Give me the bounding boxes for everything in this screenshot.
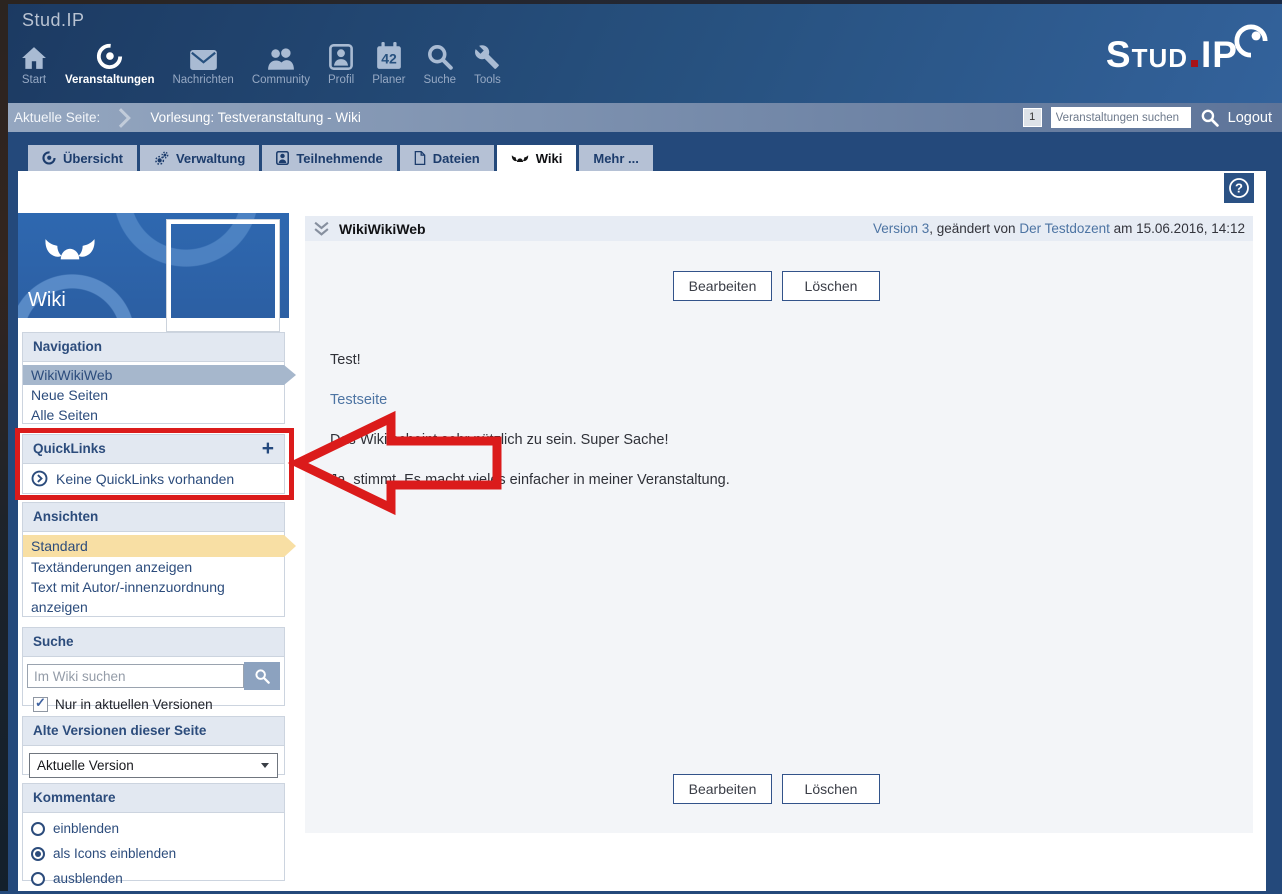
wiki-paragraph: Test! [330,352,361,368]
wiki-helmet-icon [511,153,529,163]
radio-icon [31,872,45,886]
comments-option-als-icons[interactable]: als Icons einblenden [23,841,284,866]
nav-item-suche[interactable]: Suche [414,40,465,86]
community-icon [267,40,295,70]
brand-text: Stud.IP [22,10,85,31]
nav-item-tools[interactable]: Tools [465,40,510,86]
tab-dateien[interactable]: Dateien [400,145,494,171]
tab-wiki[interactable]: Wiki [497,145,577,171]
sidebar-section-suche: Suche Nur in aktuellen Versionen [22,627,285,706]
wiki-paragraph: Ja, stimmt. Es macht vieles einfacher in… [330,472,730,488]
radio-selected-icon [31,847,45,861]
wiki-content-panel: WikiWikiWeb Version 3, geändert von Der … [305,216,1253,833]
section-title-suche: Suche [23,628,284,657]
sidebar-item-alle-seiten[interactable]: Alle Seiten [23,405,284,425]
delete-button-top[interactable]: Löschen [782,271,880,301]
nav-item-start[interactable]: Start [12,40,56,86]
tab-uebersicht[interactable]: Übersicht [28,145,137,171]
calendar-badge: 42 [381,51,397,67]
section-title-versionen: Alte Versionen dieser Seite [23,717,284,746]
wiki-helmet-icon [43,233,97,267]
logout-link[interactable]: Logout [1228,110,1272,126]
current-versions-checkbox[interactable] [33,697,48,712]
view-item-textaenderungen[interactable]: Textänderungen anzeigen [23,557,284,577]
files-icon [414,151,426,165]
testseite-link[interactable]: Testseite [330,392,387,408]
course-search-button[interactable] [1200,108,1219,127]
sidebar-item-neue-seiten[interactable]: Neue Seiten [23,385,284,405]
course-tabs: Übersicht Verwaltung Teilnehmende Dateie… [28,145,653,171]
goto-circle-icon [31,470,48,487]
add-quicklink-button[interactable]: + [262,437,274,461]
window-counter-badge: 1 [1023,108,1042,127]
section-title-kommentare: Kommentare [23,784,284,813]
participants-icon [276,151,289,165]
sidebar-section-versionen: Alte Versionen dieser Seite Aktuelle Ver… [22,716,285,775]
section-title-quicklinks: QuickLinks [33,435,106,463]
top-header: Stud.IP Start Veranstaltungen Nachrichte… [0,0,1282,103]
wiki-page-header: WikiWikiWeb Version 3, geändert von Der … [305,216,1253,241]
desktop-edge-left [0,0,8,891]
breadcrumb-current-page: Vorlesung: Testveranstaltung - Wiki [150,110,361,125]
wrench-icon [474,40,500,70]
home-icon [21,40,47,70]
version-link[interactable]: Version 3 [873,221,929,236]
edit-button-top[interactable]: Bearbeiten [673,271,772,301]
wiki-search-button[interactable] [244,662,280,690]
view-item-autorenzuordnung[interactable]: Text mit Autor/-innenzuordnung anzeigen [23,577,266,617]
sidebar-banner-title: Wiki [28,289,66,312]
delete-button-bottom[interactable]: Löschen [782,774,880,804]
comments-option-ausblenden[interactable]: ausblenden [23,866,284,891]
comments-option-einblenden[interactable]: einblenden [23,816,284,841]
edit-button-bottom[interactable]: Bearbeiten [673,774,772,804]
author-link[interactable]: Der Testdozent [1019,221,1110,236]
logo-red-dot [1191,60,1198,67]
version-select[interactable]: Aktuelle Version [29,753,278,778]
dropdown-caret-icon [261,763,269,768]
mail-icon [190,40,217,70]
breadcrumb-bar: Aktuelle Seite: Vorlesung: Testveranstal… [0,103,1282,132]
tab-verwaltung[interactable]: Verwaltung [140,145,259,171]
current-versions-label: Nur in aktuellen Versionen [55,697,213,712]
overview-swirl-icon [42,151,56,165]
studip-logo[interactable]: StudIP [1106,34,1238,76]
logo-spiral-icon [1234,24,1268,63]
search-icon [426,40,453,70]
sidebar-item-wikiwikiweb[interactable]: WikiWikiWeb [23,365,284,385]
help-button[interactable]: ? [1224,173,1254,203]
tab-mehr[interactable]: Mehr ... [579,145,653,171]
wiki-search-input[interactable] [27,664,244,688]
gears-icon [154,151,169,166]
nav-item-nachrichten[interactable]: Nachrichten [163,40,242,86]
radio-icon [31,822,45,836]
wiki-paragraph: Das Wiki scheint sehr nützlich zu sein. … [330,432,668,448]
breadcrumb-label: Aktuelle Seite: [14,110,100,125]
tab-teilnehmende[interactable]: Teilnehmende [262,145,396,171]
section-title-ansichten: Ansichten [23,503,284,532]
collapse-icon[interactable] [313,221,330,236]
section-title-navigation: Navigation [23,333,284,362]
desktop-edge-top [0,0,1282,4]
wiki-page-title: WikiWikiWeb [339,221,426,237]
sidebar-section-ansichten: Ansichten Standard Textänderungen anzeig… [22,502,285,617]
profile-icon [329,40,353,70]
sidebar-section-quicklinks: QuickLinks + Keine QuickLinks vorhanden [22,434,285,494]
main-navigation: Start Veranstaltungen Nachrichten Commun… [12,40,510,86]
seminar-swirl-icon [96,40,123,70]
nav-item-veranstaltungen[interactable]: Veranstaltungen [56,40,163,86]
nav-item-profil[interactable]: Profil [319,40,363,86]
course-search-input[interactable] [1051,107,1191,128]
sidebar-section-navigation: Navigation WikiWikiWeb Neue Seiten Alle … [22,332,285,424]
nav-item-planer[interactable]: 42 Planer [363,40,414,86]
quicklinks-empty-text: Keine QuickLinks vorhanden [56,471,234,487]
breadcrumb-chevron-icon [111,108,131,128]
nav-item-community[interactable]: Community [243,40,319,86]
course-photo [167,220,279,331]
sidebar-section-kommentare: Kommentare einblenden als Icons einblend… [22,783,285,881]
version-info: Version 3, geändert von Der Testdozent a… [873,221,1245,236]
calendar-icon: 42 [376,40,402,70]
question-mark: ? [1235,181,1243,196]
view-item-standard[interactable]: Standard [23,535,284,557]
